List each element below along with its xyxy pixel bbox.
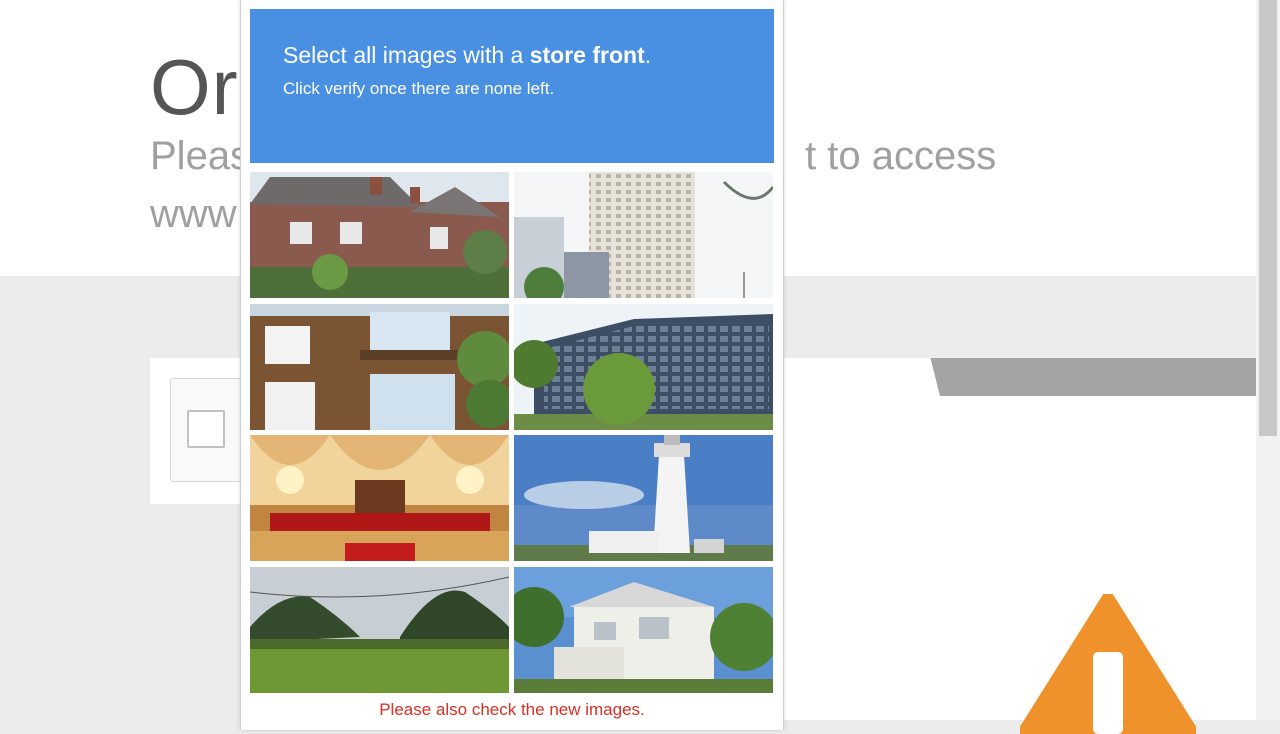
captcha-tile-7[interactable] (250, 567, 509, 693)
captcha-tile-4[interactable] (514, 304, 773, 430)
brick-house-image (250, 304, 509, 430)
hotel-tower-image (514, 172, 773, 298)
captcha-tile-2[interactable] (514, 172, 773, 298)
captcha-instruction: Select all images with a store front. (283, 42, 651, 69)
lighthouse-image (514, 435, 773, 561)
instruction-target: store front (529, 42, 645, 68)
page-url-fragment: www (150, 192, 237, 236)
page-title: Or (150, 43, 239, 131)
recaptcha-checkbox[interactable] (187, 410, 225, 448)
green-hills-image (250, 567, 509, 693)
captcha-tile-1[interactable] (250, 172, 509, 298)
scrollbar-thumb[interactable] (1259, 0, 1277, 436)
captcha-tile-5[interactable] (250, 435, 509, 561)
brick-cottage-image (250, 172, 509, 298)
captcha-challenge-dialog: Select all images with a store front. Cl… (240, 0, 784, 730)
warning-icon (1020, 594, 1196, 734)
captcha-error-message: Please also check the new images. (379, 700, 645, 719)
page-subtitle-right: t to access (805, 134, 997, 178)
captcha-tile-8[interactable] (514, 567, 773, 693)
instruction-suffix: . (644, 42, 652, 68)
captcha-subtext: Click verify once there are none left. (283, 79, 555, 98)
page-subtitle-left: Pleas (150, 134, 251, 178)
captcha-tile-3[interactable] (250, 304, 509, 430)
scrollbar-track[interactable] (1256, 0, 1280, 720)
captcha-tile-6[interactable] (514, 435, 773, 561)
card-divider (780, 358, 1256, 396)
captcha-header: Select all images with a store front. Cl… (250, 9, 774, 163)
white-villa-image (514, 567, 773, 693)
instruction-prefix: Select all images with a (283, 42, 530, 68)
decorated-stage-image (250, 435, 509, 561)
office-block-image (514, 304, 773, 430)
